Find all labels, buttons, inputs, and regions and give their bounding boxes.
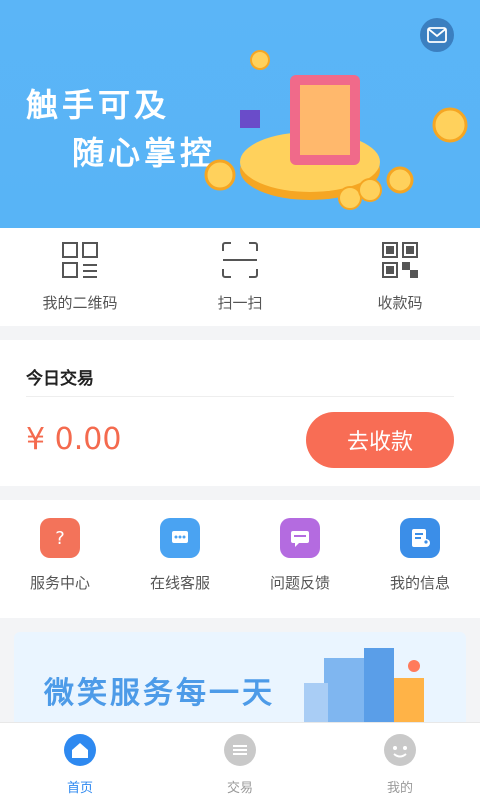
- my-info-label: 我的信息: [389, 574, 450, 592]
- scan-label: 扫一扫: [217, 294, 263, 312]
- today-transaction-card: 今日交易 ¥ 0.00 去收款: [0, 340, 480, 486]
- banner-slogan-line1: 触手可及: [26, 86, 171, 124]
- service-center-label: 服务中心: [29, 574, 90, 592]
- service-center-button[interactable]: ? 服务中心: [0, 500, 120, 618]
- divider: [26, 396, 454, 397]
- collect-payment-button[interactable]: 去收款: [306, 412, 454, 468]
- tab-transaction-label: 交易: [226, 781, 253, 796]
- banner-illustration: [204, 50, 468, 210]
- today-transaction-title: 今日交易: [26, 369, 94, 389]
- scan-button[interactable]: 扫一扫: [160, 228, 320, 326]
- feedback-button[interactable]: 问题反馈: [240, 500, 360, 618]
- today-amount: ¥ 0.00: [26, 422, 122, 457]
- qrcode-outline-icon: [60, 240, 100, 280]
- feedback-icon: [280, 518, 320, 558]
- transaction-icon: [224, 734, 256, 766]
- qrcode-icon: [380, 240, 420, 280]
- top-banner: 触手可及 随心掌控: [0, 0, 480, 228]
- svg-text:?: ?: [55, 528, 65, 549]
- promo-illustration: [304, 648, 424, 728]
- promo-banner[interactable]: 微笑服务每一天: [14, 632, 466, 728]
- bottom-tab-bar: 首页 交易 我的: [0, 722, 480, 800]
- user-info-icon: [400, 518, 440, 558]
- scan-icon: [220, 240, 260, 280]
- my-qrcode-button[interactable]: 我的二维码: [0, 228, 160, 326]
- promo-text: 微笑服务每一天: [44, 676, 275, 711]
- tab-home-label: 首页: [66, 781, 93, 796]
- tab-profile-label: 我的: [386, 781, 413, 796]
- banner-slogan-line2: 随心掌控: [72, 134, 217, 172]
- tab-transaction[interactable]: 交易: [160, 723, 320, 800]
- customer-service-icon: [160, 518, 200, 558]
- service-center-icon: ?: [40, 518, 80, 558]
- tab-profile[interactable]: 我的: [320, 723, 480, 800]
- online-support-button[interactable]: 在线客服: [120, 500, 240, 618]
- home-icon: [64, 734, 96, 766]
- receive-code-label: 收款码: [377, 294, 423, 312]
- quick-actions: 我的二维码 扫一扫 收款码: [0, 228, 480, 326]
- tab-home[interactable]: 首页: [0, 723, 160, 800]
- feedback-label: 问题反馈: [269, 574, 330, 592]
- profile-icon: [384, 734, 416, 766]
- online-support-label: 在线客服: [149, 574, 210, 592]
- receive-code-button[interactable]: 收款码: [320, 228, 480, 326]
- services-grid: ? 服务中心 在线客服 问题反馈 我的信息: [0, 500, 480, 618]
- my-qrcode-label: 我的二维码: [42, 294, 118, 312]
- my-info-button[interactable]: 我的信息: [360, 500, 480, 618]
